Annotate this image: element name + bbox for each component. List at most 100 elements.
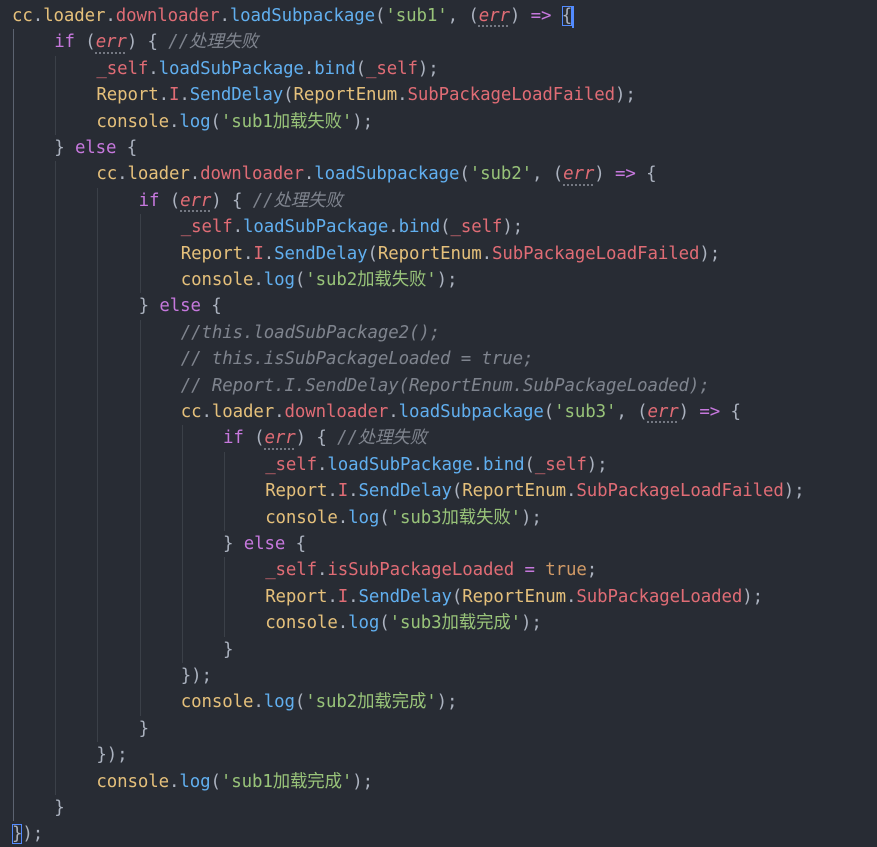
code-token-param: err [95,32,127,53]
code-token-punct: ); [521,507,542,528]
code-token-punct: ( [440,217,451,238]
code-line[interactable]: } else { [139,293,222,319]
indent-guide [139,214,141,294]
code-token-method: log [263,270,295,290]
code-token-ident: Report [180,243,244,264]
code-token-punct: ); [614,85,636,106]
code-line[interactable]: console.log('sub3加载完成'); [265,610,542,636]
code-token-punct: } [223,534,244,554]
code-line[interactable]: console.log('sub1加载失败'); [96,109,373,135]
code-token-punct: }); [180,666,212,686]
code-token-operator: => [615,164,636,185]
code-token-prop: SubPackageLoadFailed [491,243,700,264]
code-token-punct: ); [742,586,764,607]
code-token-param: err [647,402,679,422]
code-token-method: bind [398,217,441,238]
code-token-ident: console [180,270,254,290]
code-line[interactable]: cc.loader.downloader.loadSubpackage('sub… [181,399,741,425]
code-line[interactable]: console.log('sub1加载完成'); [96,769,373,795]
code-line[interactable]: _self.isSubPackageLoaded = true; [265,557,597,583]
code-token-punct: . [32,6,44,26]
code-token-punct: . [565,481,577,502]
code-token-punct: ) [678,402,700,422]
code-token-ident: cc [96,164,118,185]
indent-guide [97,187,99,743]
code-token-prop: I [169,85,180,106]
code-line[interactable]: // Report.I.SendDelay(ReportEnum.SubPack… [181,373,710,399]
code-token-punct: { [720,402,741,422]
code-token-punct: ( [524,454,535,475]
code-token-string: 'sub2加载完成' [305,692,437,713]
code-line[interactable]: } [223,637,233,663]
code-token-punct: . [337,613,349,634]
code-line[interactable]: } else { [54,135,137,161]
code-line[interactable]: cc.loader.downloader.loadSubpackage('sub… [12,3,572,29]
code-token-punct: } [54,138,75,158]
code-line[interactable]: if (err) { //处理失败 [139,188,343,214]
code-line[interactable]: Report.I.SendDelay(ReportEnum.SubPackage… [265,478,804,504]
code-token-punct: ( [379,613,390,634]
code-token-method: log [348,613,380,634]
code-token-punct: ( [355,58,367,79]
code-line[interactable]: _self.loadSubPackage.bind(_self); [181,214,523,240]
code-line[interactable]: console.log('sub2加载完成'); [181,689,458,715]
code-line[interactable]: if (err) { //处理失败 [223,425,427,451]
code-token-prop: _self [265,454,318,475]
code-token-punct: ; [586,560,598,581]
code-token-punct: ) { [126,32,169,53]
code-line[interactable]: console.log('sub3加载失败'); [265,505,542,531]
code-line[interactable]: _self.loadSubPackage.bind(_self); [96,56,438,82]
indent-guide [55,55,57,135]
code-editor[interactable]: cc.loader.downloader.loadSubpackage('sub… [0,0,877,847]
code-token-punct: ); [699,243,721,264]
code-token-punct [551,6,561,26]
code-token-punct: , ( [447,6,479,26]
code-token-punct: . [317,560,328,581]
code-token-punct: } [54,798,65,818]
code-token-ident: cc [12,6,33,26]
code-token-punct: . [189,164,201,185]
code-line[interactable]: }); [181,663,212,689]
code-token-punct: , ( [532,164,564,185]
code-line[interactable]: } else { [223,531,306,557]
code-token-prop: SubPackageLoaded [576,586,743,607]
code-token-punct: . [179,85,190,106]
code-token-operator: => [699,402,721,422]
code-line[interactable]: Report.I.SendDelay(ReportEnum.SubPackage… [181,241,720,267]
code-line[interactable]: Report.I.SendDelay(ReportEnum.SubPackage… [265,584,763,610]
code-token-punct: { [200,296,222,317]
code-token-punct: . [327,586,338,607]
code-token-method: SendDelay [274,243,368,264]
code-token-prop: I [337,586,349,607]
code-line[interactable]: }); [12,821,43,847]
code-token-punct: . [232,217,244,238]
code-token-punct: . [253,692,264,713]
code-token-punct: ); [436,692,458,713]
code-token-prop: SubPackageLoadFailed [576,481,784,502]
code-token-method: loadSubpackage [398,402,544,422]
code-token-prop: _self [265,560,318,581]
code-token-prop: _self [534,454,587,475]
code-line[interactable]: if (err) { //处理失败 [54,29,258,55]
code-line[interactable]: } [54,795,64,821]
code-line[interactable]: Report.I.SendDelay(ReportEnum.SubPackage… [96,82,635,108]
code-line[interactable]: }); [96,742,127,768]
code-line[interactable]: //this.loadSubPackage2(); [181,320,440,346]
code-token-ident: console [180,692,254,713]
code-line[interactable]: cc.loader.downloader.loadSubpackage('sub… [96,161,656,187]
code-token-prop: SubPackageLoadFailed [407,85,616,106]
code-line[interactable]: // this.isSubPackageLoaded = true; [181,346,534,372]
code-token-punct: ); [783,481,805,502]
code-token-method: SendDelay [358,586,452,607]
code-line[interactable]: console.log('sub2加载失败'); [181,267,458,293]
code-line[interactable]: _self.loadSubPackage.bind(_self); [265,452,607,478]
code-token-method: log [348,507,380,528]
code-token-keyword: else [74,138,117,158]
code-token-ident: Report [96,85,159,106]
code-token-prop: I [337,481,349,502]
code-token-prop: isSubPackageLoaded [327,560,515,581]
code-token-punct: ( [451,586,463,607]
text-cursor [572,6,574,29]
code-line[interactable]: } [139,716,149,742]
code-token-punct: ); [352,771,373,792]
